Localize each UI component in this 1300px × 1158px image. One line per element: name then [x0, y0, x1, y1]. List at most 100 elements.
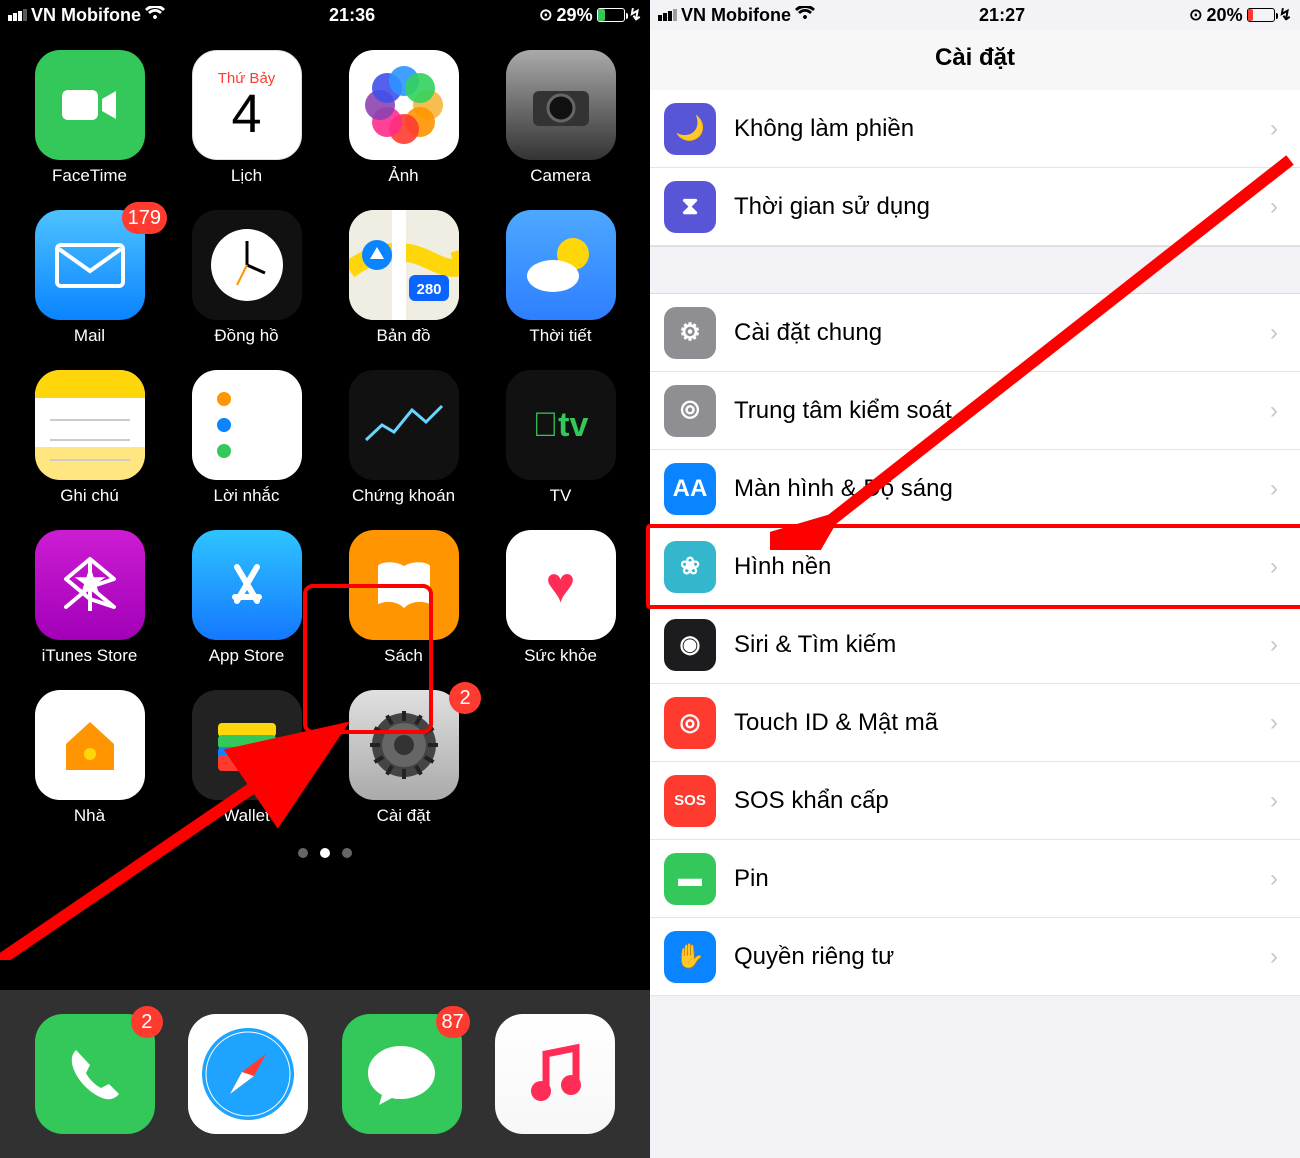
app-chứng-khoán[interactable]: Chứng khoán [334, 370, 473, 506]
app-lịch[interactable]: Thứ Bảy4Lịch [177, 50, 316, 186]
page-indicator[interactable] [0, 848, 650, 858]
row-icon: ⚙ [664, 307, 716, 359]
health-icon: ♥ [506, 530, 616, 640]
settings-row-quy-n-ri-ng-t-[interactable]: ✋ Quyền riêng tư› [650, 918, 1300, 996]
maps-icon: 280 [349, 210, 459, 320]
row-label: Pin [734, 865, 1270, 893]
app-label: Đồng hồ [214, 326, 278, 346]
app-label: iTunes Store [42, 646, 138, 666]
app-label: Chứng khoán [352, 486, 455, 506]
settings-title: Cài đặt [650, 30, 1300, 90]
chevron-right-icon: › [1270, 319, 1278, 347]
chevron-right-icon: › [1270, 865, 1278, 893]
app-itunes-store[interactable]: ★ iTunes Store [20, 530, 159, 666]
row-icon: ⦾ [664, 385, 716, 437]
app-ghi-chú[interactable]: Ghi chú [20, 370, 159, 506]
chevron-right-icon: › [1270, 115, 1278, 143]
settings-row-touch-id-m-t-m-[interactable]: ◎Touch ID & Mật mã› [650, 684, 1300, 762]
row-label: Hình nền [734, 553, 1270, 581]
books-icon [349, 530, 459, 640]
app-label: Lời nhắc [214, 486, 280, 506]
settings-row-siri-t-m-ki-m[interactable]: ◉ Siri & Tìm kiếm› [650, 606, 1300, 684]
app-label: Ghi chú [60, 486, 119, 506]
battery-icon [597, 8, 625, 22]
notes-icon [35, 370, 145, 480]
badge: 2 [131, 1006, 163, 1038]
app-nhà[interactable]: Nhà [20, 690, 159, 826]
app-label: Cài đặt [377, 806, 431, 826]
dock-app[interactable]: 2 [35, 1014, 155, 1134]
app-label: Thời tiết [529, 326, 591, 346]
row-icon: ✋ [664, 931, 716, 983]
settings-row-c-i-t-chung[interactable]: ⚙Cài đặt chung› [650, 294, 1300, 372]
carrier-label: VN Mobifone [681, 5, 791, 26]
row-label: Quyền riêng tư [734, 943, 1270, 971]
app-wallet[interactable]: Wallet [177, 690, 316, 826]
settings-icon [349, 690, 459, 800]
app-label: Nhà [74, 806, 105, 826]
app-lời-nhắc[interactable]: Lời nhắc [177, 370, 316, 506]
status-time: 21:27 [979, 5, 1025, 26]
dock-app[interactable] [495, 1014, 615, 1134]
app-app-store[interactable]: App Store [177, 530, 316, 666]
chevron-right-icon: › [1270, 475, 1278, 503]
chevron-right-icon: › [1270, 709, 1278, 737]
row-icon: ◎ [664, 697, 716, 749]
app-sách[interactable]: Sách [334, 530, 473, 666]
chevron-right-icon: › [1270, 631, 1278, 659]
row-icon: SOS [664, 775, 716, 827]
wifi-icon [795, 6, 815, 25]
app-thời-tiết[interactable]: Thời tiết [491, 210, 630, 346]
svg-text:280: 280 [416, 281, 441, 298]
app-cài-đặt[interactable]: 2Cài đặt [334, 690, 473, 826]
app-đồng-hồ[interactable]: Đồng hồ [177, 210, 316, 346]
homescreen: VN Mobifone 21:36 ⊙ 29% ↯ FaceTime Thứ Bả… [0, 0, 650, 1158]
badge: 179 [122, 202, 167, 234]
weather-icon [506, 210, 616, 320]
app-camera[interactable]: Camera [491, 50, 630, 186]
row-icon: ◉ [664, 619, 716, 671]
carrier-label: VN Mobifone [31, 5, 141, 26]
settings-row-kh-ng-l-m-phi-n[interactable]: 🌙Không làm phiền› [650, 90, 1300, 168]
tv-icon: tv [506, 370, 616, 480]
chevron-right-icon: › [1270, 193, 1278, 221]
app-bản-đồ[interactable]: 280Bản đồ [334, 210, 473, 346]
row-label: Không làm phiền [734, 115, 1270, 143]
settings-row-th-i-gian-s-d-ng[interactable]: ⧗Thời gian sử dụng› [650, 168, 1300, 246]
badge: 87 [436, 1006, 470, 1038]
app-label: TV [550, 486, 572, 506]
signal-icon [658, 9, 677, 21]
settings-list: 🌙Không làm phiền›⧗Thời gian sử dụng› ⚙Cài… [650, 90, 1300, 996]
app-sức-khỏe[interactable]: ♥Sức khỏe [491, 530, 630, 666]
settings-row-m-n-h-nh-s-ng[interactable]: AAMàn hình & Độ sáng› [650, 450, 1300, 528]
settings-row-trung-t-m-ki-m-so-t[interactable]: ⦾Trung tâm kiểm soát› [650, 372, 1300, 450]
charging-icon: ↯ [629, 5, 642, 25]
dock: 2 87 [0, 990, 650, 1158]
app-facetime[interactable]: FaceTime [20, 50, 159, 186]
settings-row-pin[interactable]: ▬Pin› [650, 840, 1300, 918]
appstore-icon [192, 530, 302, 640]
app-label: FaceTime [52, 166, 127, 186]
battery-icon [1247, 8, 1275, 22]
app-ảnh[interactable]: Ảnh [334, 50, 473, 186]
row-label: Siri & Tìm kiếm [734, 631, 1270, 659]
svg-text:★: ★ [72, 560, 108, 604]
dock-app[interactable]: 87 [342, 1014, 462, 1134]
lock-icon: ⊙ [539, 5, 552, 25]
app-mail[interactable]: 179Mail [20, 210, 159, 346]
home-icon [35, 690, 145, 800]
status-bar-right: VN Mobifone 21:27 ⊙ 20% ↯ [650, 0, 1300, 30]
battery-percent: 29% [557, 5, 593, 26]
chevron-right-icon: › [1270, 943, 1278, 971]
app-label: Camera [530, 166, 590, 186]
status-bar-left: VN Mobifone 21:36 ⊙ 29% ↯ [0, 0, 650, 30]
dock-app[interactable] [188, 1014, 308, 1134]
app-tv[interactable]: tv TV [491, 370, 630, 506]
stocks-icon [349, 370, 459, 480]
lock-icon: ⊙ [1189, 5, 1202, 25]
settings-row-h-nh-n-n[interactable]: ❀Hình nền› [650, 528, 1300, 606]
app-label: Ảnh [388, 166, 418, 186]
chevron-right-icon: › [1270, 787, 1278, 815]
itunes-icon: ★ [35, 530, 145, 640]
settings-row-sos-kh-n-c-p[interactable]: SOSSOS khẩn cấp› [650, 762, 1300, 840]
